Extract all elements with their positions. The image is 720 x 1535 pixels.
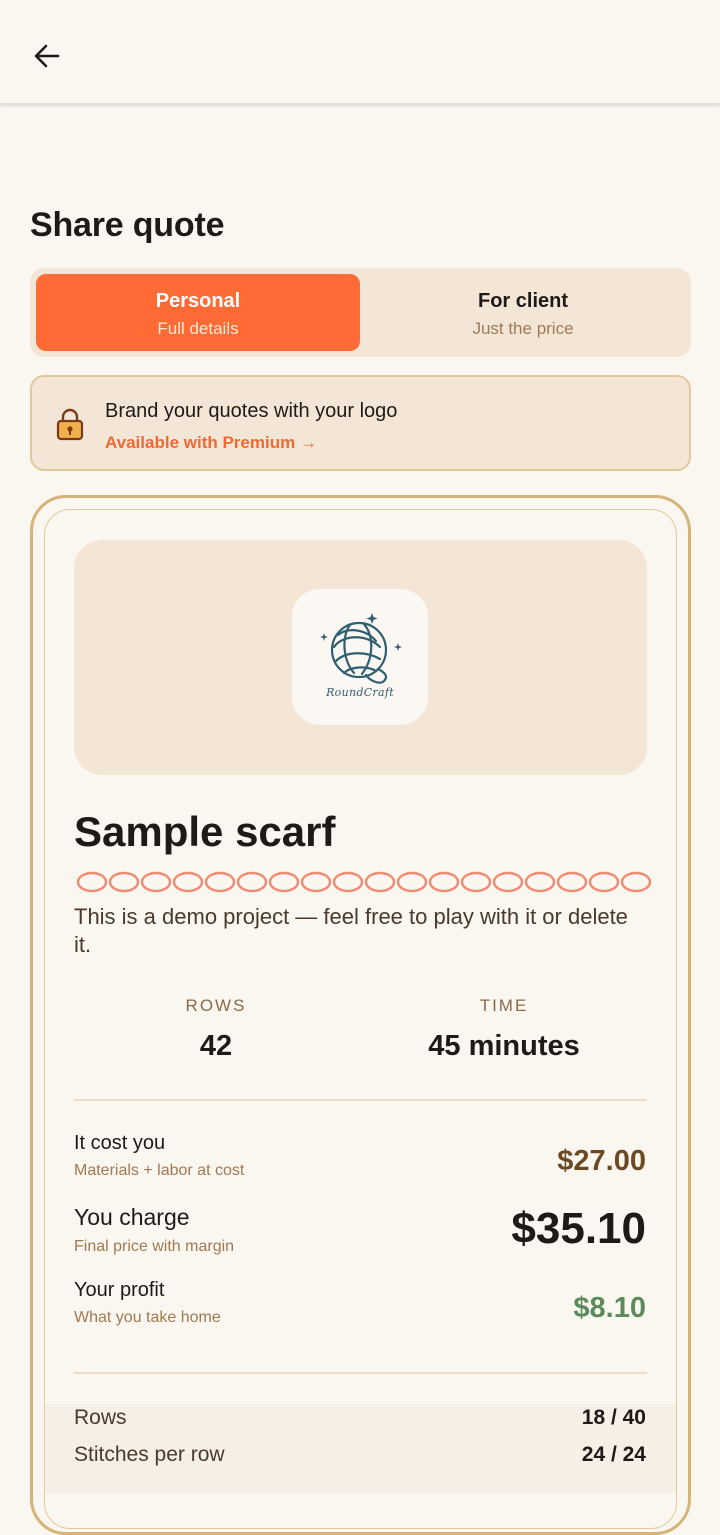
tab-personal-title: Personal bbox=[155, 290, 241, 312]
cost-sublabel: Materials + labor at cost bbox=[74, 1162, 245, 1179]
chain-link bbox=[236, 871, 268, 893]
chain-link bbox=[300, 871, 332, 893]
chain-link bbox=[588, 871, 620, 893]
detail-rows-label: Rows bbox=[74, 1406, 127, 1429]
charge-label: You charge bbox=[74, 1204, 190, 1230]
tab-client-title: For client bbox=[477, 290, 568, 312]
tab-for-client[interactable]: For client Just the price bbox=[361, 274, 685, 351]
share-mode-toggle: Personal Full details For client Just th… bbox=[30, 268, 691, 357]
charge-amount: $35.10 bbox=[511, 1204, 646, 1253]
chain-stitch-divider bbox=[76, 871, 652, 893]
project-name: Sample scarf bbox=[74, 808, 336, 855]
detail-stitches-label: Stitches per row bbox=[74, 1443, 225, 1466]
page-title: Share quote bbox=[30, 206, 225, 244]
stat-time-value: 45 minutes bbox=[428, 1030, 580, 1062]
chain-link bbox=[172, 871, 204, 893]
tab-personal[interactable]: Personal Full details bbox=[36, 274, 360, 351]
profit-amount: $8.10 bbox=[573, 1292, 646, 1324]
chain-link bbox=[332, 871, 364, 893]
charge-sublabel: Final price with margin bbox=[74, 1238, 235, 1255]
profit-sublabel: What you take home bbox=[74, 1309, 221, 1326]
brand-logo: RoundCraft bbox=[292, 589, 428, 725]
chain-link bbox=[396, 871, 428, 893]
yarn-ball-icon bbox=[320, 613, 402, 684]
divider bbox=[74, 1099, 647, 1101]
stat-rows-value: 42 bbox=[199, 1030, 233, 1062]
cost-amount: $27.00 bbox=[557, 1145, 646, 1177]
divider bbox=[74, 1372, 647, 1374]
premium-banner-link[interactable]: Available with Premium → bbox=[105, 433, 317, 453]
chain-link bbox=[524, 871, 556, 893]
chain-link bbox=[364, 871, 396, 893]
premium-logo-banner[interactable]: Brand your quotes with your logo Availab… bbox=[30, 375, 691, 471]
chain-link bbox=[204, 871, 236, 893]
chain-link bbox=[108, 871, 140, 893]
cost-label: It cost you bbox=[74, 1132, 166, 1154]
chain-link bbox=[492, 871, 524, 893]
arrow-left-icon bbox=[34, 44, 60, 68]
profit-label: Your profit bbox=[74, 1279, 165, 1301]
stat-time-label: TIME bbox=[479, 996, 529, 1015]
chain-link bbox=[620, 871, 652, 893]
chain-link bbox=[460, 871, 492, 893]
stat-rows-label: ROWS bbox=[185, 996, 247, 1015]
chain-link bbox=[556, 871, 588, 893]
tab-personal-subtitle: Full details bbox=[157, 319, 239, 338]
chain-link bbox=[268, 871, 300, 893]
chain-link bbox=[140, 871, 172, 893]
lock-icon bbox=[56, 408, 84, 441]
brand-logo-text: RoundCraft bbox=[326, 686, 394, 699]
back-button[interactable] bbox=[20, 32, 74, 80]
app-bar bbox=[0, 0, 720, 104]
premium-banner-title: Brand your quotes with your logo bbox=[105, 400, 398, 422]
project-description: This is a demo project — feel free to pl… bbox=[74, 904, 628, 957]
chain-link bbox=[76, 871, 108, 893]
tab-client-subtitle: Just the price bbox=[472, 319, 574, 338]
detail-rows-value: 18 / 40 bbox=[581, 1406, 646, 1429]
chain-link bbox=[428, 871, 460, 893]
detail-stitches-value: 24 / 24 bbox=[581, 1443, 646, 1466]
